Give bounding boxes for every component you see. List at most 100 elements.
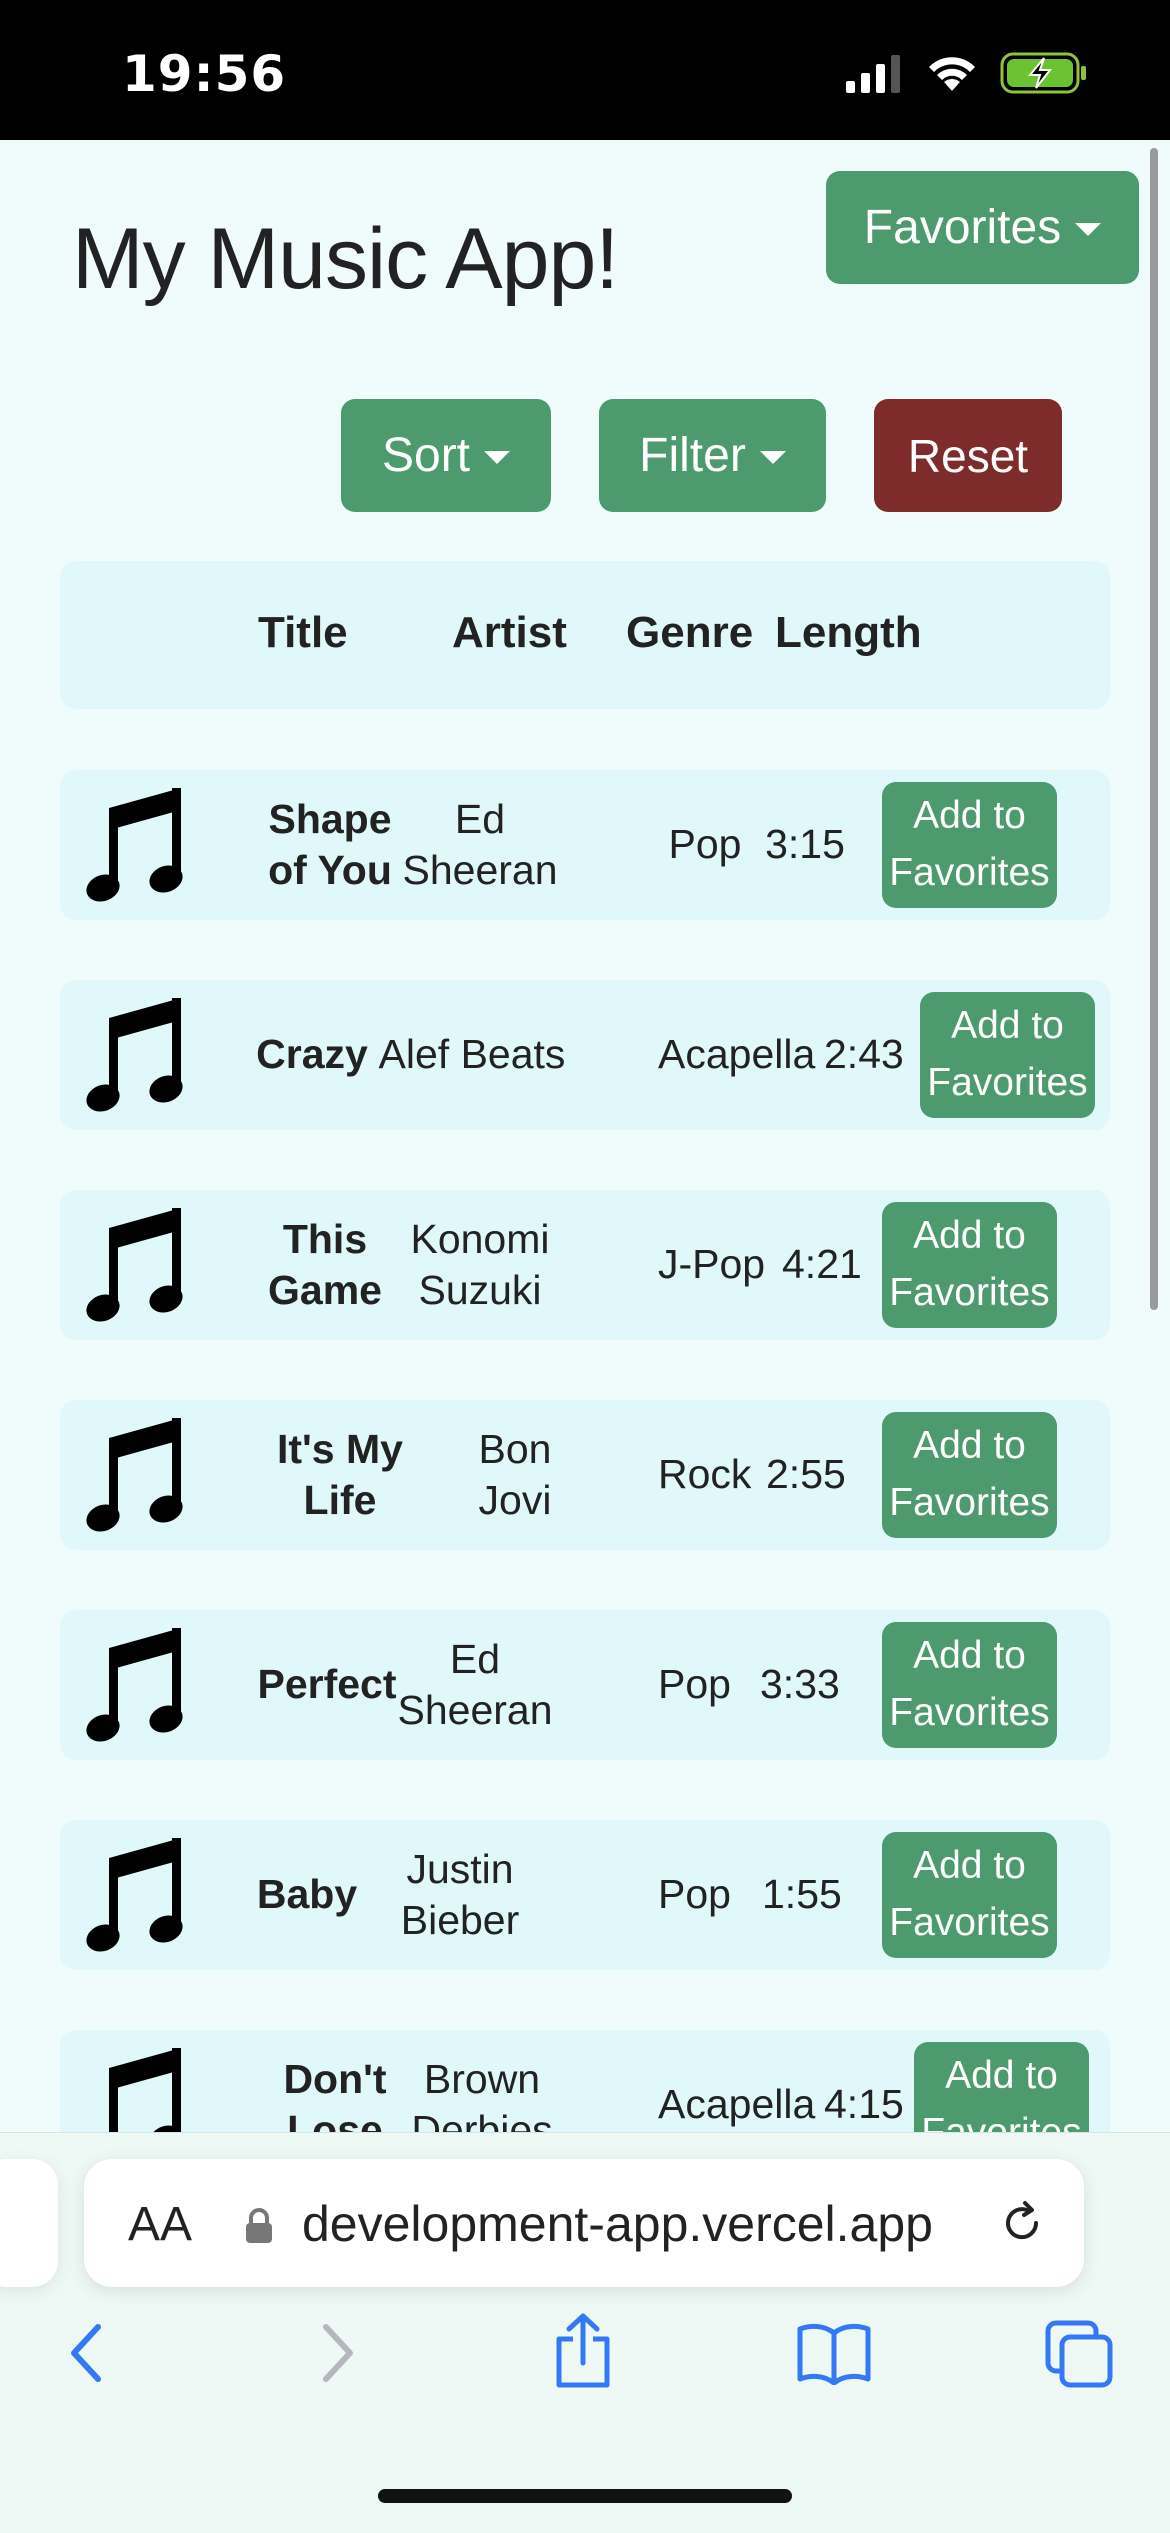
sort-label: Sort — [381, 429, 471, 482]
home-indicator[interactable] — [378, 2489, 792, 2503]
tabs-icon[interactable] — [1044, 2319, 1114, 2389]
add-to-favorites-button[interactable]: Add to Favorites — [920, 992, 1095, 1118]
song-title: Perfect — [257, 1661, 397, 1708]
share-icon[interactable] — [551, 2313, 615, 2389]
song-title: Baby — [256, 1871, 358, 1918]
song-title: Don't Lose — [283, 2055, 387, 2132]
add-to-favorites-button[interactable]: Add to Favorites — [882, 782, 1057, 908]
song-row: Don't Lose Brown Derbies Acapella 4:15 A… — [60, 2030, 1110, 2132]
reset-button[interactable]: Reset — [874, 399, 1062, 512]
add-label-line2: Favorites — [921, 2105, 1081, 2132]
add-to-favorites-button[interactable]: Add to Favorites — [882, 1832, 1057, 1958]
bookmarks-icon[interactable] — [796, 2321, 872, 2385]
song-row: It's My Life Bon Jovi Rock 2:55 Add to F… — [60, 1400, 1110, 1550]
music-note-icon — [109, 2048, 183, 2132]
song-length: 3:33 — [760, 1661, 840, 1708]
music-note-icon — [86, 998, 183, 1112]
text-size-button[interactable]: AA — [128, 2197, 192, 2252]
add-to-favorites-button[interactable]: Add to Favorites — [882, 1412, 1057, 1538]
status-time: 19:56 — [122, 45, 287, 103]
song-genre: Pop — [668, 821, 742, 868]
page-title: My Music App! — [72, 211, 619, 307]
song-genre: Acapella — [658, 1031, 816, 1078]
caret-down-icon — [1075, 223, 1102, 236]
song-length: 1:55 — [762, 1871, 842, 1918]
lock-icon — [246, 2208, 272, 2243]
header-artist: Artist — [452, 608, 567, 657]
web-page[interactable]: My Music App! Favorites Sort Filter Rese… — [0, 140, 1170, 2132]
table-header: Title Artist Genre Length — [60, 561, 1110, 709]
music-note-icon — [86, 1628, 183, 1742]
add-label-line1: Add to — [913, 1844, 1026, 1888]
favorites-dropdown-button[interactable]: Favorites — [826, 171, 1139, 284]
add-label-line2: Favorites — [889, 851, 1050, 894]
add-label-line2: Favorites — [889, 1271, 1050, 1314]
add-label-line1: Add to — [913, 794, 1026, 838]
add-to-favorites-button[interactable]: Add to Favorites — [882, 1622, 1057, 1748]
song-genre: Acapella — [658, 2081, 816, 2128]
song-artist: Bon Jovi — [478, 1425, 552, 1523]
music-note-icon — [86, 788, 183, 902]
back-arrow-icon[interactable] — [66, 2321, 106, 2385]
add-label-line1: Add to — [951, 1004, 1064, 1048]
browser-toolbar: AA development-app.vercel.app — [0, 2132, 1170, 2533]
add-label-line1: Add to — [913, 1214, 1026, 1258]
header-title: Title — [258, 608, 348, 657]
wifi-icon — [929, 57, 975, 91]
song-row: Crazy Alef Beats Acapella 2:43 Add to Fa… — [60, 980, 1110, 1130]
caret-down-icon — [484, 451, 511, 464]
previous-tab-peek[interactable] — [0, 2159, 58, 2287]
caret-down-icon — [759, 451, 786, 464]
add-label-line2: Favorites — [889, 1691, 1050, 1734]
song-artist: Alef Beats — [378, 1031, 566, 1078]
song-row: Perfect Ed Sheeran Pop 3:33 Add to Favor… — [60, 1610, 1110, 1760]
song-title: This Game — [268, 1215, 382, 1313]
song-row: Baby Justin Bieber Pop 1:55 Add to Favor… — [60, 1820, 1110, 1970]
cellular-signal-icon — [846, 55, 900, 93]
sort-dropdown-button[interactable]: Sort — [341, 399, 551, 512]
song-title: Shape of You — [268, 795, 392, 893]
add-label-line1: Add to — [945, 2054, 1058, 2098]
status-icons — [844, 52, 1090, 94]
header-length: Length — [775, 608, 922, 657]
battery-charging-icon — [1000, 52, 1086, 94]
song-artist: Justin Bieber — [400, 1845, 520, 1943]
filter-label: Filter — [639, 429, 746, 482]
header-genre: Genre — [626, 608, 754, 657]
forward-arrow-icon[interactable] — [318, 2321, 358, 2385]
song-artist: Konomi Suzuki — [410, 1215, 550, 1313]
scrollbar[interactable] — [1150, 148, 1158, 1310]
music-note-icon — [86, 1418, 183, 1532]
song-title: It's My Life — [277, 1425, 403, 1523]
music-note-icon — [86, 1838, 183, 1952]
song-genre: Rock — [658, 1451, 752, 1498]
add-to-favorites-button[interactable]: Add to Favorites — [914, 2042, 1089, 2132]
song-artist: Ed Sheeran — [402, 795, 558, 893]
music-note-icon — [86, 1208, 183, 1322]
song-length: 4:21 — [782, 1241, 862, 1288]
add-label-line2: Favorites — [927, 1061, 1088, 1104]
add-label-line2: Favorites — [889, 1901, 1050, 1944]
add-to-favorites-button[interactable]: Add to Favorites — [882, 1202, 1057, 1328]
status-bar: 19:56 — [0, 0, 1170, 140]
song-list: Shape of You Ed Sheeran Pop 3:15 Add to … — [60, 770, 1110, 2132]
add-label-line2: Favorites — [889, 1481, 1050, 1524]
song-artist: Brown Derbies — [411, 2055, 553, 2132]
address-bar[interactable]: AA development-app.vercel.app — [84, 2159, 1084, 2287]
reset-label: Reset — [907, 429, 1029, 482]
song-length: 2:55 — [766, 1451, 846, 1498]
song-artist: Ed Sheeran — [397, 1635, 553, 1733]
song-length: 4:15 — [824, 2081, 904, 2128]
song-title: Crazy — [256, 1031, 368, 1078]
url-text: development-app.vercel.app — [302, 2196, 933, 2252]
add-label-line1: Add to — [913, 1634, 1026, 1678]
song-length: 3:15 — [765, 821, 845, 868]
song-length: 2:43 — [824, 1031, 904, 1078]
reload-icon[interactable] — [998, 2199, 1046, 2247]
song-genre: J-Pop — [658, 1241, 766, 1288]
song-row: This Game Konomi Suzuki J-Pop 4:21 Add t… — [60, 1190, 1110, 1340]
add-label-line1: Add to — [913, 1424, 1026, 1468]
song-genre: Pop — [658, 1871, 731, 1918]
filter-dropdown-button[interactable]: Filter — [599, 399, 826, 512]
song-genre: Pop — [658, 1661, 731, 1708]
